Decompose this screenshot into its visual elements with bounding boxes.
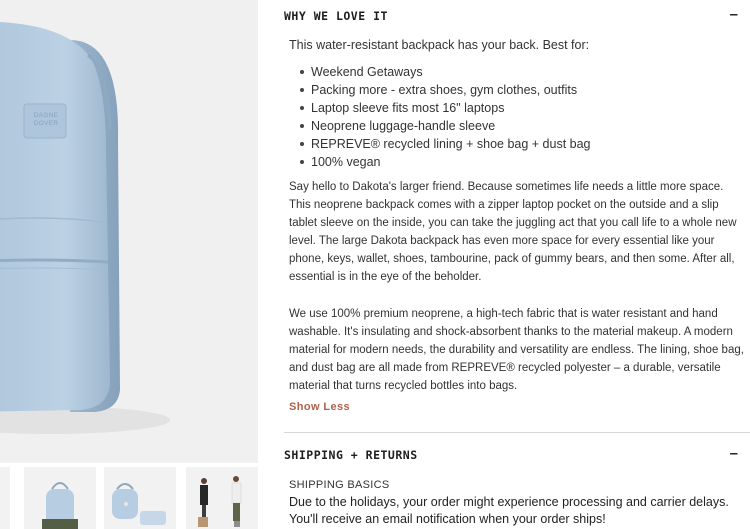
- product-gallery: DAGNE DOVER: [0, 0, 258, 529]
- shipping-returns-title: SHIPPING + RETURNS: [284, 448, 418, 462]
- feature-item: REPREVE® recycled lining + shoe bag + du…: [300, 135, 591, 153]
- feature-list: Weekend Getaways Packing more - extra sh…: [300, 63, 591, 171]
- backpack-pouch-thumb-icon: [112, 483, 166, 525]
- description-paragraph-1: Say hello to Dakota's larger friend. Bec…: [289, 181, 737, 283]
- feature-item: Neoprene luggage-handle sleeve: [300, 117, 591, 135]
- brand-logo-patch: DAGNE DOVER: [33, 112, 59, 127]
- description-paragraph-2: We use 100% premium neoprene, a high-tec…: [289, 308, 744, 392]
- feature-item: 100% vegan: [300, 153, 591, 171]
- collapse-toggle-icon[interactable]: –: [730, 445, 738, 462]
- thumbnail-models[interactable]: [186, 467, 258, 529]
- thumbnail-strip: [0, 463, 258, 529]
- feature-item: Packing more - extra shoes, gym clothes,…: [300, 81, 591, 99]
- product-details: WHY WE LOVE IT – This water-resistant ba…: [284, 0, 750, 529]
- shipping-notice-text: Due to the holidays, your order might ex…: [289, 495, 729, 526]
- models-thumb-icon: [198, 476, 242, 527]
- collapse-toggle-icon[interactable]: –: [730, 6, 738, 23]
- shipping-returns-header[interactable]: SHIPPING + RETURNS –: [284, 438, 750, 472]
- product-main-image[interactable]: DAGNE DOVER: [0, 0, 258, 460]
- intro-text: This water-resistant backpack has your b…: [289, 38, 590, 52]
- backpack-image: [0, 22, 170, 434]
- section-divider: [284, 432, 750, 433]
- feature-item: Laptop sleeve fits most 16" laptops: [300, 99, 591, 117]
- feature-item: Weekend Getaways: [300, 63, 591, 81]
- why-we-love-it-title: WHY WE LOVE IT: [284, 9, 388, 23]
- thumbnail-backpack-back[interactable]: [24, 467, 96, 529]
- thumbnail-backpack-pouch[interactable]: [104, 467, 176, 529]
- backpack-thumb-icon: [42, 482, 78, 529]
- why-we-love-it-header[interactable]: WHY WE LOVE IT –: [284, 0, 750, 34]
- show-less-link[interactable]: Show Less: [289, 401, 350, 413]
- thumbnail-1[interactable]: [0, 467, 10, 529]
- shipping-basics-label: SHIPPING BASICS: [289, 479, 390, 491]
